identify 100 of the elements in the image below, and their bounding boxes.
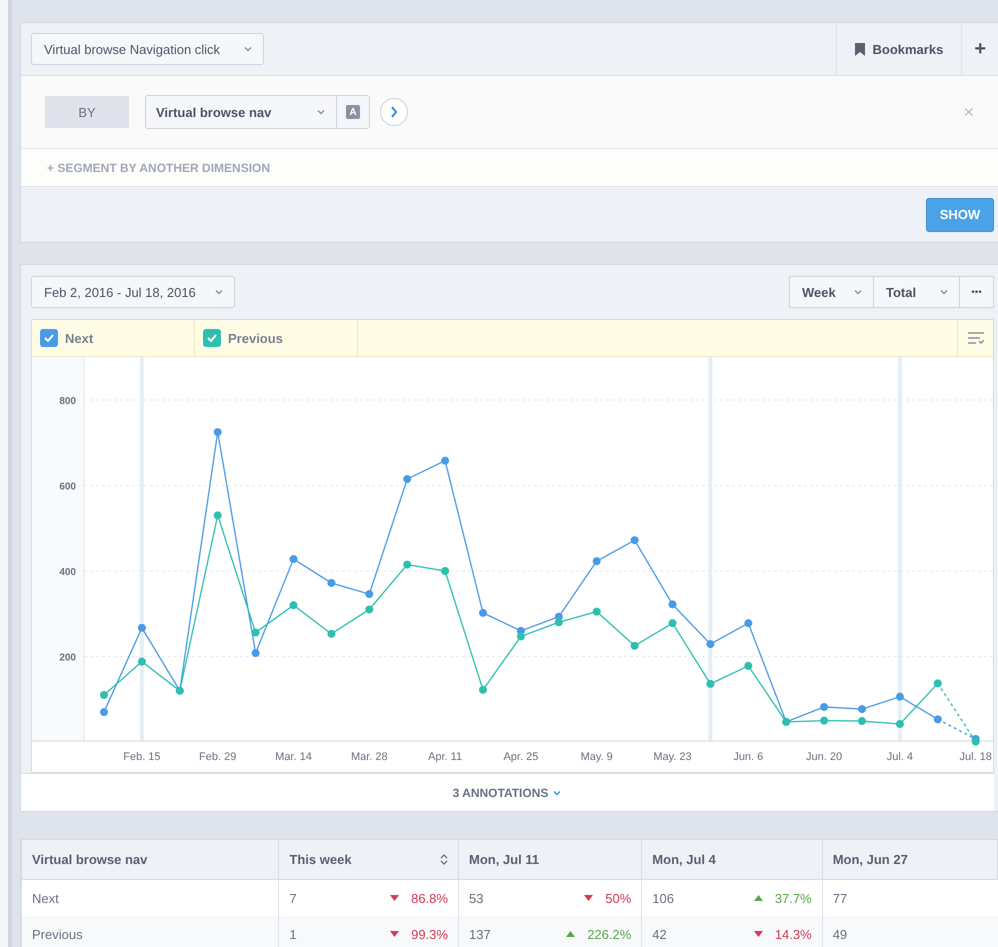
data-point[interactable]	[858, 717, 866, 726]
data-point[interactable]	[252, 649, 260, 658]
bookmark-icon	[854, 42, 864, 56]
data-point[interactable]	[290, 555, 298, 564]
chevron-right-icon	[390, 106, 398, 118]
data-point[interactable]	[479, 686, 487, 694]
legend-checkbox[interactable]	[203, 329, 221, 347]
table-cell: 42	[652, 926, 667, 942]
x-axis-label: May. 23	[653, 751, 692, 763]
data-point[interactable]	[214, 428, 222, 436]
change-value: 99.3%	[411, 926, 448, 942]
row-label: Previous	[32, 926, 83, 942]
change-value: 14.3%	[774, 926, 812, 942]
data-point[interactable]	[479, 608, 487, 617]
y-axis-label: 200	[59, 652, 76, 664]
data-point[interactable]	[592, 608, 601, 616]
data-point[interactable]	[403, 475, 412, 484]
measure-select[interactable]: Total	[874, 276, 960, 308]
data-point[interactable]	[858, 705, 866, 714]
annotation-markers[interactable]	[140, 357, 902, 741]
x-axis-label: Feb. 15	[123, 751, 161, 763]
caret-icon	[214, 287, 224, 297]
x-axis-label: Feb. 29	[199, 751, 236, 763]
legend-label: Previous	[228, 330, 283, 346]
data-point[interactable]	[630, 536, 639, 544]
table-cell: 106	[652, 890, 674, 906]
column-header[interactable]: This week	[278, 840, 458, 880]
change-value: 226.2%	[587, 926, 632, 942]
data-point[interactable]	[744, 619, 752, 628]
dimension-select[interactable]: Virtual browse nav A	[145, 95, 370, 129]
x-axis-label: Apr. 11	[428, 751, 462, 763]
data-point[interactable]	[896, 692, 904, 701]
table-cell: 7	[289, 890, 297, 906]
data-point[interactable]	[896, 720, 904, 728]
legend-checkbox[interactable]	[40, 329, 58, 347]
data-point[interactable]	[706, 640, 714, 648]
data-point[interactable]	[630, 642, 639, 650]
x-axis-label: Mar. 28	[350, 751, 388, 763]
data-point[interactable]	[365, 590, 374, 598]
sort-icon[interactable]	[440, 854, 448, 865]
data-point[interactable]	[441, 567, 450, 575]
more-button[interactable]: •••	[960, 276, 994, 308]
data-point[interactable]	[100, 690, 108, 699]
column-header: Mon, Jul 11	[458, 840, 642, 880]
y-axis-label: 800	[59, 396, 76, 407]
x-axis-label: Apr. 25	[503, 751, 538, 763]
caret-icon	[853, 287, 863, 297]
x-axis-label: Mar. 14	[275, 751, 312, 763]
x-axis-label: Jul. 18	[960, 751, 992, 763]
y-axis-label: 600	[59, 482, 76, 492]
data-point[interactable]	[441, 456, 450, 465]
y-axis-label: 400	[59, 567, 76, 578]
annotations-toggle[interactable]: 3 ANNOTATIONS	[446, 784, 568, 800]
data-point[interactable]	[934, 715, 942, 724]
type-badge: A	[346, 105, 360, 119]
data-point[interactable]	[972, 738, 980, 746]
data-point[interactable]	[327, 578, 336, 587]
data-point[interactable]	[706, 680, 714, 688]
column-header: Virtual browse nav	[22, 840, 279, 880]
caret-icon	[316, 107, 326, 117]
check-icon	[44, 334, 54, 342]
data-point[interactable]	[516, 632, 525, 640]
x-axis-label: Jun. 6	[733, 751, 764, 763]
data-point[interactable]	[138, 624, 146, 632]
data-point[interactable]	[820, 702, 828, 711]
change-value: 50%	[605, 890, 632, 906]
data-point[interactable]	[100, 708, 108, 716]
data-point[interactable]	[252, 628, 260, 637]
caret-icon	[939, 287, 949, 297]
column-header: Mon, Jul 4	[642, 840, 822, 880]
table-cell: 77	[832, 890, 848, 906]
data-point[interactable]	[668, 600, 676, 608]
row-label: Next	[32, 890, 59, 906]
x-axis-label: Jun. 20	[806, 751, 842, 763]
caret-icon	[243, 44, 253, 54]
change-value: 37.7%	[774, 890, 812, 906]
data-point[interactable]	[403, 560, 412, 569]
interval-select[interactable]: Week	[789, 276, 874, 308]
change-value: 86.8%	[411, 890, 448, 906]
data-point[interactable]	[365, 605, 374, 614]
table-cell: 137	[468, 926, 491, 942]
table-cell: 49	[832, 926, 848, 942]
data-point[interactable]	[934, 679, 942, 688]
data-point[interactable]	[820, 716, 828, 725]
next-button[interactable]	[380, 98, 408, 126]
data-point[interactable]	[290, 601, 298, 610]
data-point[interactable]	[554, 618, 563, 626]
by-label: BY	[45, 96, 129, 128]
event-select[interactable]: Virtual browse Navigation click	[31, 33, 264, 65]
column-header: Mon, Jun 27	[822, 840, 998, 880]
data-point[interactable]	[327, 630, 336, 638]
list-icon	[968, 332, 984, 344]
date-range-select[interactable]: Feb 2, 2016 - Jul 18, 2016	[31, 276, 235, 308]
check-icon	[207, 334, 217, 342]
table-cell: 53	[468, 890, 484, 906]
data-point[interactable]	[592, 557, 601, 566]
data-point[interactable]	[668, 619, 676, 628]
data-point[interactable]	[214, 511, 222, 520]
data-point[interactable]	[138, 658, 146, 666]
data-point[interactable]	[744, 662, 752, 670]
